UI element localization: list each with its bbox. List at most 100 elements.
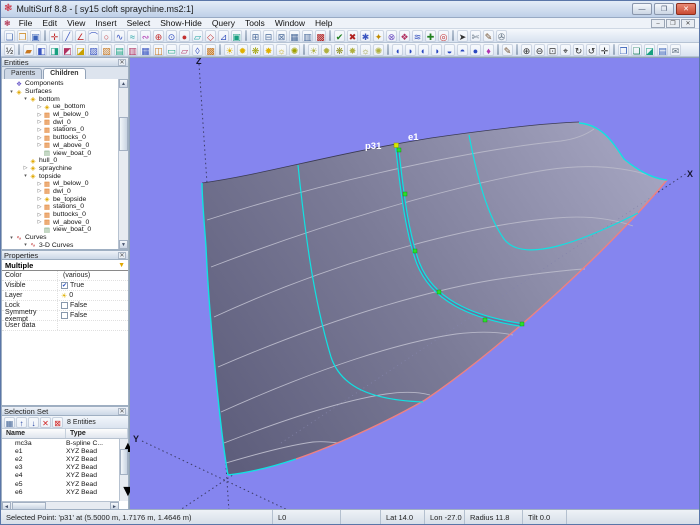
save-file-icon[interactable]: ▣: [30, 30, 41, 42]
tree-item[interactable]: ▾ ◈ topside: [2, 172, 118, 180]
mdi-minimize-button[interactable]: –: [651, 19, 665, 28]
zoom-in-icon[interactable]: ⊕: [521, 44, 532, 56]
property-row[interactable]: Symmetry exempt False: [2, 311, 128, 321]
bow-view-icon[interactable]: ◓: [457, 44, 468, 56]
insert-frame-icon[interactable]: ⊿: [218, 30, 229, 42]
edit-pen-icon[interactable]: ✎: [483, 30, 494, 42]
copy-view-icon[interactable]: ❐: [618, 44, 629, 56]
tree-item[interactable]: ▷ ▦ wl_above_0: [2, 218, 118, 226]
toolbar-separator[interactable]: [44, 30, 46, 41]
show-parents-icon[interactable]: ❋: [250, 44, 261, 56]
insert-bead-icon[interactable]: ●: [179, 30, 190, 42]
column-header-type[interactable]: Type: [66, 429, 128, 438]
weight-fraction-icon[interactable]: ½: [4, 44, 15, 56]
bspline-lofted-surface-icon[interactable]: ◧: [36, 44, 47, 56]
plan-view-icon[interactable]: ◐: [418, 44, 429, 56]
bead-e5[interactable]: [483, 318, 487, 322]
insert-ring-icon[interactable]: ⊙: [166, 30, 177, 42]
tree-item[interactable]: ▾ ◈ bottom: [2, 95, 118, 103]
tree-item[interactable]: ▷ ◈ be_topside: [2, 195, 118, 203]
tree-expander-icon[interactable]: ▷: [36, 142, 43, 148]
profile-view-icon[interactable]: ◗: [405, 44, 416, 56]
tree-expander-icon[interactable]: ▷: [36, 188, 43, 194]
clear-selection-icon[interactable]: ⊠: [52, 417, 63, 428]
previous-view-icon[interactable]: ↺: [586, 44, 597, 56]
fillet-surface-icon[interactable]: ▥: [127, 44, 138, 56]
tree-item[interactable]: ▷ ▦ wl_below_0: [2, 180, 118, 188]
show-hidden-icon[interactable]: ✺: [289, 44, 300, 56]
zoom-out-icon[interactable]: ⊖: [534, 44, 545, 56]
pan-view-icon[interactable]: ✛: [599, 44, 610, 56]
insert-arc-icon[interactable]: ⌒: [88, 30, 99, 42]
tree-expander-icon[interactable]: ▷: [36, 112, 43, 118]
tree-item[interactable]: ▷ ▦ buttocks_0: [2, 211, 118, 219]
toolbar-separator[interactable]: [516, 44, 518, 55]
tree-item[interactable]: ❖ Components: [2, 80, 118, 88]
tree-expander-icon[interactable]: ▷: [36, 204, 43, 210]
selected-point-p31[interactable]: [394, 143, 399, 148]
blend-surface-icon[interactable]: ▤: [114, 44, 125, 56]
save-view-icon[interactable]: ❏: [631, 44, 642, 56]
menu-item-window[interactable]: Window: [270, 18, 310, 29]
menu-item-edit[interactable]: Edit: [37, 18, 62, 29]
copy-surface-icon[interactable]: ▩: [205, 44, 216, 56]
tree-expander-icon[interactable]: ▷: [36, 219, 43, 225]
bead-e4[interactable]: [437, 290, 441, 294]
property-row[interactable]: User data: [2, 321, 128, 331]
move-down-icon[interactable]: ↓: [28, 417, 39, 428]
tree-expander-icon[interactable]: ▾: [22, 173, 29, 179]
tree-expander-icon[interactable]: ▾: [8, 235, 15, 241]
window-cascade-icon[interactable]: ▦: [289, 30, 300, 42]
window-horizontal-icon[interactable]: ⊟: [263, 30, 274, 42]
send-view-icon[interactable]: ✉: [670, 44, 681, 56]
show-children-icon[interactable]: ✸: [263, 44, 274, 56]
tree-expander-icon[interactable]: ▷: [36, 212, 43, 218]
delete-entity-icon[interactable]: ✖: [347, 30, 358, 42]
tree-item[interactable]: ▷ ▦ stations_0: [2, 126, 118, 134]
window-vertical-icon[interactable]: ⊠: [276, 30, 287, 42]
selection-row[interactable]: e3 XYZ Bead: [2, 464, 119, 472]
selection-close-icon[interactable]: ✕: [118, 408, 126, 415]
scroll-down-icon[interactable]: ▼: [120, 483, 128, 501]
layers-view-icon[interactable]: ◪: [644, 44, 655, 56]
resolve-icon[interactable]: ❖: [399, 30, 410, 42]
menu-item-view[interactable]: View: [62, 18, 90, 29]
property-control-icon[interactable]: [61, 312, 68, 319]
tree-expander-icon[interactable]: ▷: [22, 165, 29, 171]
menu-item-tools[interactable]: Tools: [240, 18, 270, 29]
flag-icon[interactable]: ✦: [373, 30, 384, 42]
tree-item[interactable]: ▷ ▦ dwl_0: [2, 118, 118, 126]
pointer-tool-icon[interactable]: ➤: [457, 30, 468, 42]
toolbar-separator[interactable]: [329, 30, 331, 41]
hide-children-icon[interactable]: ✸: [347, 44, 358, 56]
add-entity-icon[interactable]: ✚: [425, 30, 436, 42]
hide-parents-icon[interactable]: ❋: [334, 44, 345, 56]
restore-button[interactable]: ❐: [654, 3, 674, 15]
open-file-icon[interactable]: ❐: [17, 30, 28, 42]
selection-row[interactable]: e5 XYZ Bead: [2, 480, 119, 488]
arc-lofted-surface-icon[interactable]: ▰: [23, 44, 34, 56]
bead-e2[interactable]: [403, 192, 407, 196]
insert-magnet-icon[interactable]: ⊕: [153, 30, 164, 42]
menu-item-insert[interactable]: Insert: [90, 18, 121, 29]
hide-entity-icon[interactable]: ✹: [321, 44, 332, 56]
toolbar-separator[interactable]: [452, 30, 454, 41]
perspective-view-icon[interactable]: ◑: [431, 44, 442, 56]
selection-row[interactable]: e1 XYZ Bead: [2, 447, 119, 455]
tree-item[interactable]: ▾ ∿ Curves: [2, 234, 118, 242]
selection-grid-icon[interactable]: ▦: [4, 417, 15, 428]
sweep-surface-icon[interactable]: ▧: [101, 44, 112, 56]
tree-expander-icon[interactable]: ▷: [36, 104, 43, 110]
insert-plane-icon[interactable]: ◇: [205, 30, 216, 42]
remove-selected-icon[interactable]: ✕: [40, 417, 51, 428]
body-plan-view-icon[interactable]: ◖: [392, 44, 403, 56]
bead-e1[interactable]: [397, 148, 401, 152]
c-lofted-surface-icon[interactable]: ◨: [49, 44, 60, 56]
tree-item[interactable]: ▷ ▦ wl_below_0: [2, 111, 118, 119]
filter-icon[interactable]: ▼: [118, 262, 125, 269]
tree-item[interactable]: ◈ hull_0: [2, 157, 118, 165]
menu-item-file[interactable]: File: [14, 18, 38, 29]
mdi-close-button[interactable]: ✕: [681, 19, 695, 28]
insert-circle-icon[interactable]: ○: [101, 30, 112, 42]
insert-line-icon[interactable]: ╱: [62, 30, 73, 42]
